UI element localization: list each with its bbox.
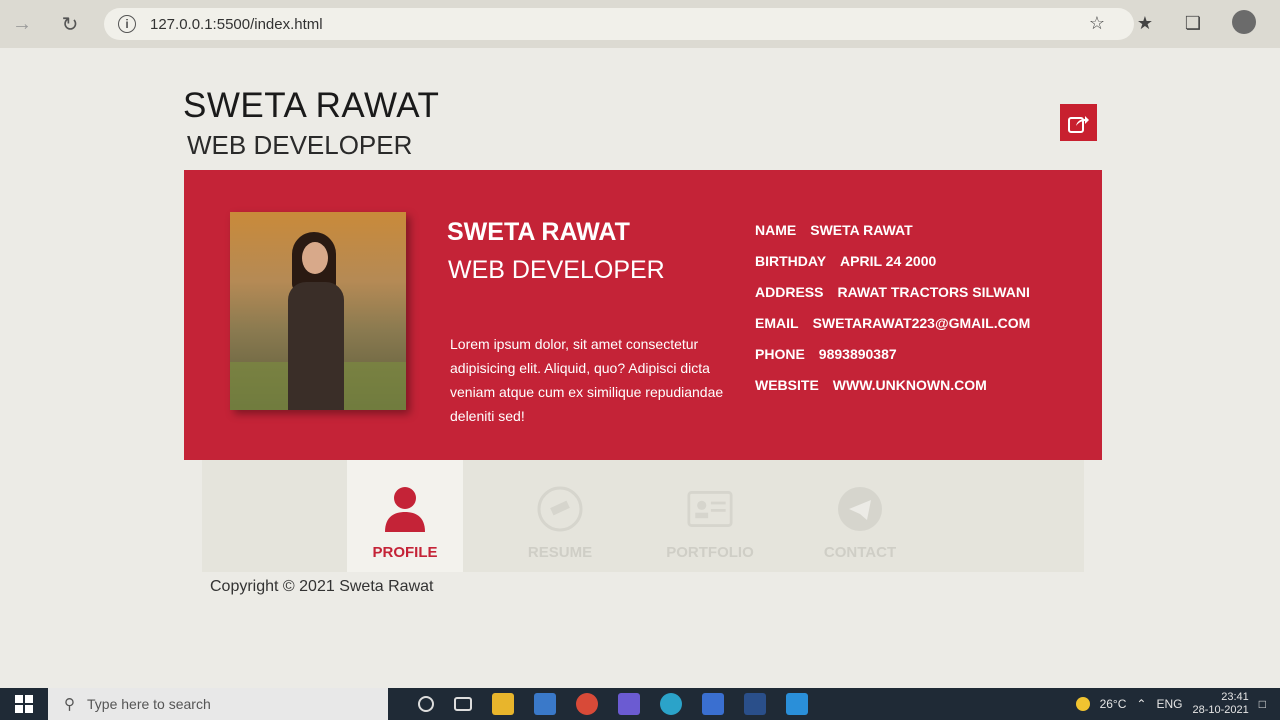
- mail-icon[interactable]: [534, 693, 556, 715]
- tab-label: CONTACT: [823, 544, 897, 561]
- page-content: SWETA RAWAT WEB DEVELOPER SWETA RAWAT WE…: [0, 48, 1280, 688]
- card-name: SWETA RAWAT: [447, 218, 630, 246]
- tab-portfolio[interactable]: PORTFOLIO: [652, 460, 768, 572]
- tab-label: PORTFOLIO: [666, 544, 754, 561]
- detail-label: WEBSITE: [755, 377, 819, 393]
- detail-row: ADDRESS RAWAT TRACTORS SILWANI: [755, 284, 1030, 315]
- detail-value: RAWAT TRACTORS SILWANI: [837, 284, 1030, 300]
- taskbar-search-input[interactable]: ⚲ Type here to search: [48, 688, 388, 720]
- card-role: WEB DEVELOPER: [448, 256, 665, 284]
- detail-value: WWW.UNKNOWN.COM: [832, 377, 987, 393]
- detail-value: 9893890387: [818, 346, 897, 362]
- dev-icon[interactable]: [702, 693, 724, 715]
- profile-card: SWETA RAWAT WEB DEVELOPER Lorem ipsum do…: [184, 170, 1102, 460]
- app-icon[interactable]: [618, 693, 640, 715]
- clock[interactable]: 23:41 28-10-2021: [1192, 691, 1248, 717]
- paper-plane-icon: [837, 486, 883, 532]
- share-icon: [1067, 115, 1089, 133]
- collections-icon[interactable]: ❏: [1180, 10, 1206, 36]
- weather-icon[interactable]: [1075, 697, 1090, 711]
- weather-temp[interactable]: 26°C: [1100, 697, 1127, 711]
- detail-row: BIRTHDAY APRIL 24 2000: [755, 253, 1030, 284]
- header-name: SWETA RAWAT: [183, 86, 440, 125]
- screen-icon[interactable]: [744, 693, 766, 715]
- profile-photo: [230, 212, 406, 410]
- address-bar[interactable]: i 127.0.0.1:5500/index.html: [104, 8, 1134, 40]
- detail-label: PHONE: [755, 346, 805, 362]
- language-indicator[interactable]: ENG: [1156, 697, 1182, 711]
- id-card-icon: [687, 486, 733, 532]
- profile-avatar[interactable]: [1232, 10, 1256, 34]
- edge-icon[interactable]: [660, 693, 682, 715]
- detail-row: WEBSITE WWW.UNKNOWN.COM: [755, 377, 1030, 408]
- detail-value: SWETARAWAT223@GMAIL.COM: [812, 315, 1031, 331]
- user-icon: [382, 486, 428, 532]
- cortana-icon[interactable]: [418, 696, 434, 712]
- detail-row: EMAIL SWETARAWAT223@GMAIL.COM: [755, 315, 1030, 346]
- search-icon: ⚲: [64, 696, 75, 713]
- info-icon[interactable]: i: [118, 15, 136, 33]
- detail-label: BIRTHDAY: [755, 253, 827, 269]
- taskbar: ⚲ Type here to search 26°C ⌃ ENG 23:41 2…: [0, 688, 1280, 720]
- telescope-icon: [537, 486, 583, 532]
- chrome-icon[interactable]: [576, 693, 598, 715]
- detail-label: NAME: [755, 222, 797, 238]
- tab-contact[interactable]: CONTACT: [802, 460, 918, 572]
- favorites-icon[interactable]: ★: [1132, 10, 1158, 36]
- tab-resume[interactable]: RESUME: [502, 460, 618, 572]
- card-description: Lorem ipsum dolor, sit amet consectetur …: [450, 336, 724, 424]
- detail-value: APRIL 24 2000: [840, 253, 937, 269]
- task-view-icon[interactable]: [454, 697, 472, 711]
- file-explorer-icon[interactable]: [492, 693, 514, 715]
- back-arrow-icon[interactable]: →: [2, 4, 42, 44]
- clock-time: 23:41: [1221, 691, 1249, 703]
- detail-label: EMAIL: [755, 315, 799, 331]
- tab-label: RESUME: [527, 544, 593, 561]
- browser-toolbar: → ↻ i 127.0.0.1:5500/index.html ☆ ★ ❏: [0, 0, 1280, 48]
- vscode-icon[interactable]: [786, 693, 808, 715]
- detail-value: SWETA RAWAT: [810, 222, 913, 238]
- tab-profile[interactable]: PROFILE: [347, 460, 463, 572]
- tab-bar: PROFILE RESUME PORTFOLIO CONTACT: [202, 460, 1084, 572]
- share-button[interactable]: [1060, 104, 1097, 141]
- add-favorite-icon[interactable]: ☆: [1084, 10, 1110, 36]
- details-list: NAME SWETA RAWAT BIRTHDAY APRIL 24 2000 AD…: [755, 222, 1030, 408]
- copyright-text: Copyright © 2021 Sweta Rawat: [210, 578, 434, 595]
- clock-date: 28-10-2021: [1192, 704, 1249, 716]
- reload-icon[interactable]: ↻: [50, 4, 90, 44]
- header-role: WEB DEVELOPER: [187, 130, 413, 160]
- detail-row: PHONE 9893890387: [755, 346, 1030, 377]
- tab-label: PROFILE: [372, 544, 438, 561]
- chevron-up-icon[interactable]: ⌃: [1136, 697, 1146, 711]
- notification-icon[interactable]: □: [1259, 697, 1266, 711]
- windows-start-icon[interactable]: [0, 688, 48, 720]
- system-tray: 26°C ⌃ ENG 23:41 28-10-2021 □: [1075, 688, 1266, 720]
- url-text: 127.0.0.1:5500/index.html: [150, 15, 323, 33]
- detail-label: ADDRESS: [755, 284, 824, 300]
- search-placeholder: Type here to search: [87, 696, 211, 712]
- detail-row: NAME SWETA RAWAT: [755, 222, 1030, 253]
